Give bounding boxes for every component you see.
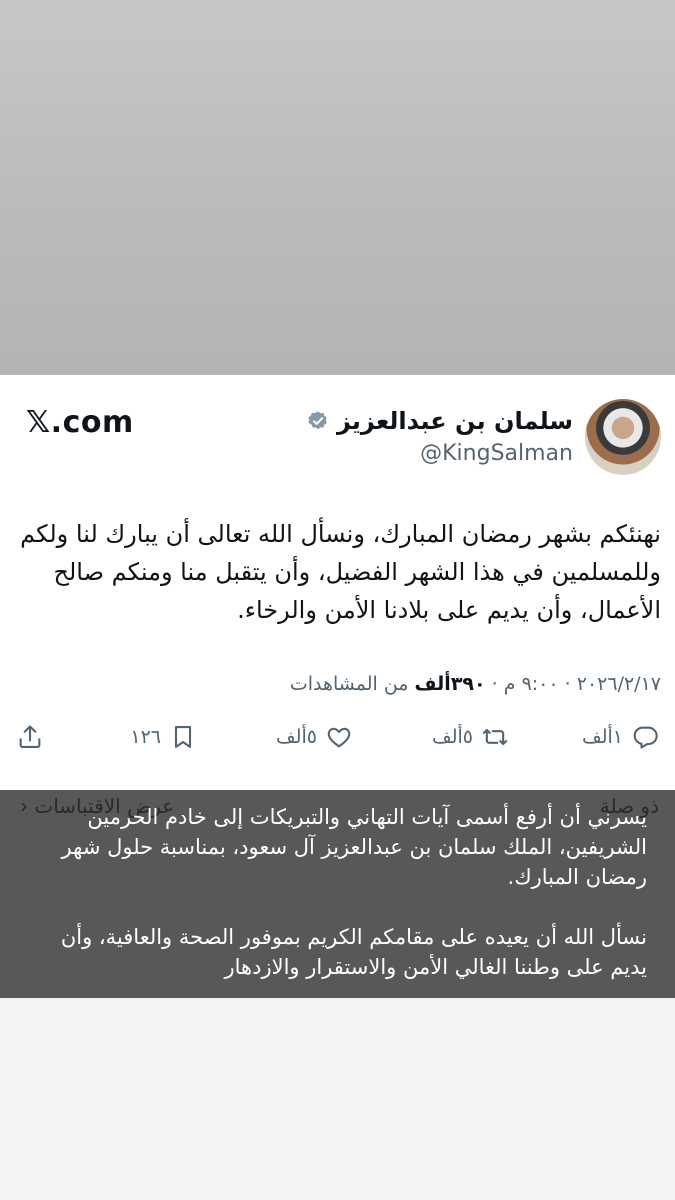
bookmark-count: ١٢٦ [130, 726, 161, 748]
reply-button[interactable]: ١ألف [582, 723, 659, 751]
share-icon [19, 725, 41, 748]
avatar[interactable] [585, 399, 661, 475]
tweet-time[interactable]: ٩:٠٠ م [504, 673, 559, 695]
x-logo: 𝕏.com [26, 405, 134, 440]
like-button[interactable]: ٥ألف [276, 723, 353, 751]
verified-badge-icon [308, 411, 327, 430]
reply-count: ١ألف [582, 726, 623, 748]
author-handle[interactable]: @KingSalman [420, 441, 573, 466]
share-button[interactable] [16, 723, 44, 751]
tweet-date[interactable]: ٢٠٢٦/٢/١٧ [577, 673, 661, 695]
bookmark-icon [174, 726, 192, 748]
overlay-message: يسرني أن أرفع أسمى آيات التهاني والتبريك… [60, 805, 647, 979]
repost-button[interactable]: ٥ألف [432, 723, 509, 751]
like-icon [327, 727, 351, 748]
repost-icon [482, 728, 508, 746]
blurred-background [0, 0, 675, 375]
like-count: ٥ألف [276, 726, 317, 748]
action-bar: ١ألف ٥ألف ٥ألف ١٢٦ [0, 723, 675, 759]
repost-count: ٥ألف [432, 726, 473, 748]
tweet-meta: ٢٠٢٦/٢/١٧ · ٩:٠٠ م · ٣٩٠ألف من المشاهدات [289, 673, 661, 695]
bookmark-button[interactable]: ١٢٦ [130, 723, 197, 751]
views-label: من المشاهدات [289, 673, 409, 695]
bottom-area [0, 998, 675, 1200]
views-count: ٣٩٠ألف [414, 673, 486, 695]
tweet-text: نهنئكم بشهر رمضان المبارك، ونسأل الله تع… [20, 520, 661, 624]
reply-icon [633, 726, 658, 749]
author-row: سلمان بن عبدالعزيز [307, 407, 573, 435]
author-name[interactable]: سلمان بن عبدالعزيز [337, 407, 573, 435]
